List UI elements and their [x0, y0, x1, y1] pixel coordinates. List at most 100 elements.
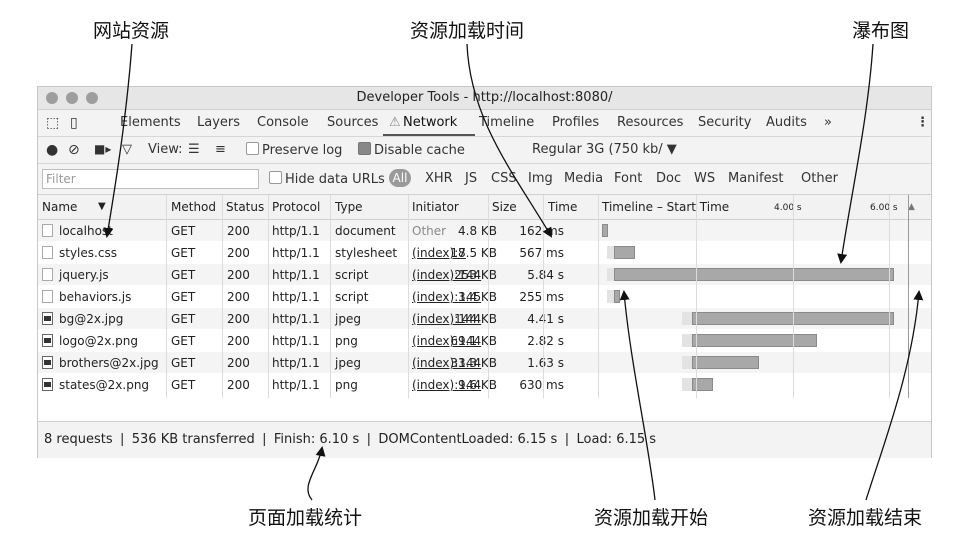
tab-resources[interactable]: Resources — [617, 115, 683, 130]
device-mode-icon[interactable]: ▯ — [70, 115, 78, 131]
cell-name: bg@2x.jpg — [59, 312, 124, 326]
overview-icon[interactable]: ≡ — [215, 142, 226, 157]
tab-console[interactable]: Console — [257, 115, 309, 130]
filter-icon[interactable]: ▽ — [122, 142, 132, 157]
preserve-log-checkbox[interactable]: Preserve log — [246, 142, 342, 158]
column-divider[interactable] — [268, 195, 269, 398]
column-divider[interactable] — [330, 195, 331, 398]
cell-size: 18.5 KB — [450, 246, 497, 260]
waterfall-wait-bar — [681, 312, 692, 325]
column-divider[interactable] — [543, 195, 544, 398]
column-divider[interactable] — [166, 195, 167, 398]
table-row[interactable]: styles.css GET 200 http/1.1 stylesheet (index… — [38, 242, 931, 263]
sort-asc-icon[interactable]: ▲ — [908, 202, 915, 212]
image-file-icon — [42, 312, 53, 325]
cell-status: 200 — [227, 290, 250, 304]
tab-elements[interactable]: Elements — [120, 115, 181, 130]
tab-security[interactable]: Security — [698, 115, 751, 130]
cell-type: script — [335, 268, 369, 282]
cell-protocol: http/1.1 — [272, 224, 320, 238]
header-protocol[interactable]: Protocol — [272, 200, 320, 214]
column-divider[interactable] — [408, 195, 409, 398]
clear-icon[interactable]: ⊘ — [68, 142, 80, 158]
table-row[interactable]: jquery.js GET 200 http/1.1 script (index):144… — [38, 264, 931, 285]
cell-name: brothers@2x.jpg — [59, 356, 159, 370]
filter-doc[interactable]: Doc — [656, 171, 681, 186]
table-header: Name ▼ Method Status Protocol Type Initi… — [38, 195, 931, 220]
filter-ws[interactable]: WS — [694, 171, 715, 186]
cell-size: 9.6 KB — [458, 378, 497, 392]
cell-status: 200 — [227, 334, 250, 348]
throttling-select[interactable]: Regular 3G (750 kb/ ▼ — [532, 142, 677, 157]
column-divider[interactable] — [222, 195, 223, 398]
filter-manifest[interactable]: Manifest — [728, 171, 783, 186]
filter-other[interactable]: Other — [801, 171, 838, 186]
capture-screenshots-icon[interactable]: ■▸ — [94, 142, 111, 156]
header-type[interactable]: Type — [335, 200, 363, 214]
hide-data-urls-checkbox[interactable]: Hide data URLs — [269, 171, 385, 187]
filter-media[interactable]: Media — [564, 171, 603, 186]
waterfall-download-bar — [614, 268, 894, 281]
cell-type: stylesheet — [335, 246, 398, 260]
cell-size: 3.4 KB — [458, 290, 497, 304]
tab-sources[interactable]: Sources — [327, 115, 378, 130]
more-tabs-icon[interactable]: » — [824, 115, 832, 130]
cell-protocol: http/1.1 — [272, 246, 320, 260]
panel-tabs: ⬚ ▯ Elements Layers Console Sources ⚠ Ne… — [38, 110, 931, 137]
devtools-window: Developer Tools - http://localhost:8080/… — [37, 86, 932, 458]
settings-menu-icon[interactable]: ⋮ — [916, 115, 929, 130]
filter-font[interactable]: Font — [614, 171, 642, 186]
header-initiator[interactable]: Initiator — [412, 200, 459, 214]
annotation-load-end: 资源加载结束 — [808, 507, 923, 529]
name-cell: behaviors.js — [42, 290, 131, 304]
cell-protocol: http/1.1 — [272, 334, 320, 348]
tab-audits[interactable]: Audits — [766, 115, 807, 130]
timeline-tick-6s: 6.00 s — [870, 203, 898, 213]
column-divider[interactable] — [598, 195, 599, 398]
filter-js[interactable]: JS — [465, 171, 477, 186]
tab-timeline[interactable]: Timeline — [479, 115, 534, 130]
table-row[interactable]: behaviors.js GET 200 http/1.1 script (index):… — [38, 286, 931, 307]
header-method[interactable]: Method — [171, 200, 216, 214]
tab-profiles[interactable]: Profiles — [552, 115, 599, 130]
record-icon[interactable]: ● — [46, 142, 58, 158]
header-timeline[interactable]: Timeline – Start Time — [602, 200, 729, 214]
filter-img[interactable]: Img — [528, 171, 553, 186]
disable-cache-checkbox[interactable]: Disable cache — [358, 142, 465, 158]
filter-all-button[interactable]: All — [389, 169, 411, 187]
table-row[interactable]: localhost GET 200 http/1.1 document Other 4.8 … — [38, 220, 931, 241]
timeline-tick-4s: 4.00 s — [774, 203, 802, 213]
cell-method: GET — [171, 246, 196, 260]
cell-type: png — [335, 378, 358, 392]
column-divider[interactable] — [488, 195, 489, 398]
header-size[interactable]: Size — [492, 200, 517, 214]
filter-xhr[interactable]: XHR — [425, 171, 453, 186]
header-name[interactable]: Name — [42, 200, 77, 214]
header-status[interactable]: Status — [226, 200, 264, 214]
cell-size: 33.3 KB — [450, 356, 497, 370]
title-bar: Developer Tools - http://localhost:8080/ — [38, 87, 931, 110]
filter-input[interactable]: Filter — [42, 169, 259, 189]
filter-css[interactable]: CSS — [491, 171, 517, 186]
table-row[interactable]: states@2x.png GET 200 http/1.1 png (index):14… — [38, 374, 931, 395]
cell-time: 1.63 s — [527, 356, 564, 370]
timeline-grid-line — [696, 195, 698, 398]
cell-size: 144 KB — [454, 312, 497, 326]
waterfall-wait-bar — [607, 268, 615, 281]
inspect-element-icon[interactable]: ⬚ — [46, 115, 59, 131]
cell-method: GET — [171, 356, 196, 370]
waterfall-wait-bar — [681, 356, 692, 369]
tab-layers[interactable]: Layers — [197, 115, 240, 130]
window-title: Developer Tools - http://localhost:8080/ — [356, 90, 613, 105]
summary-text: 8 requests ❘ 536 KB transferred ❘ Finish… — [44, 432, 657, 447]
name-cell: styles.css — [42, 246, 117, 260]
large-rows-icon[interactable]: ☰ — [188, 142, 200, 157]
header-time[interactable]: Time — [548, 200, 577, 214]
table-row[interactable]: logo@2x.png GET 200 http/1.1 png (index):144 6… — [38, 330, 931, 351]
tab-network[interactable]: Network — [403, 115, 457, 130]
table-row[interactable]: bg@2x.jpg GET 200 http/1.1 jpeg (index):144 14… — [38, 308, 931, 329]
table-row[interactable]: brothers@2x.jpg GET 200 http/1.1 jpeg (index)… — [38, 352, 931, 373]
waterfall-wait-bar — [607, 246, 615, 259]
cell-protocol: http/1.1 — [272, 290, 320, 304]
cell-status: 200 — [227, 356, 250, 370]
